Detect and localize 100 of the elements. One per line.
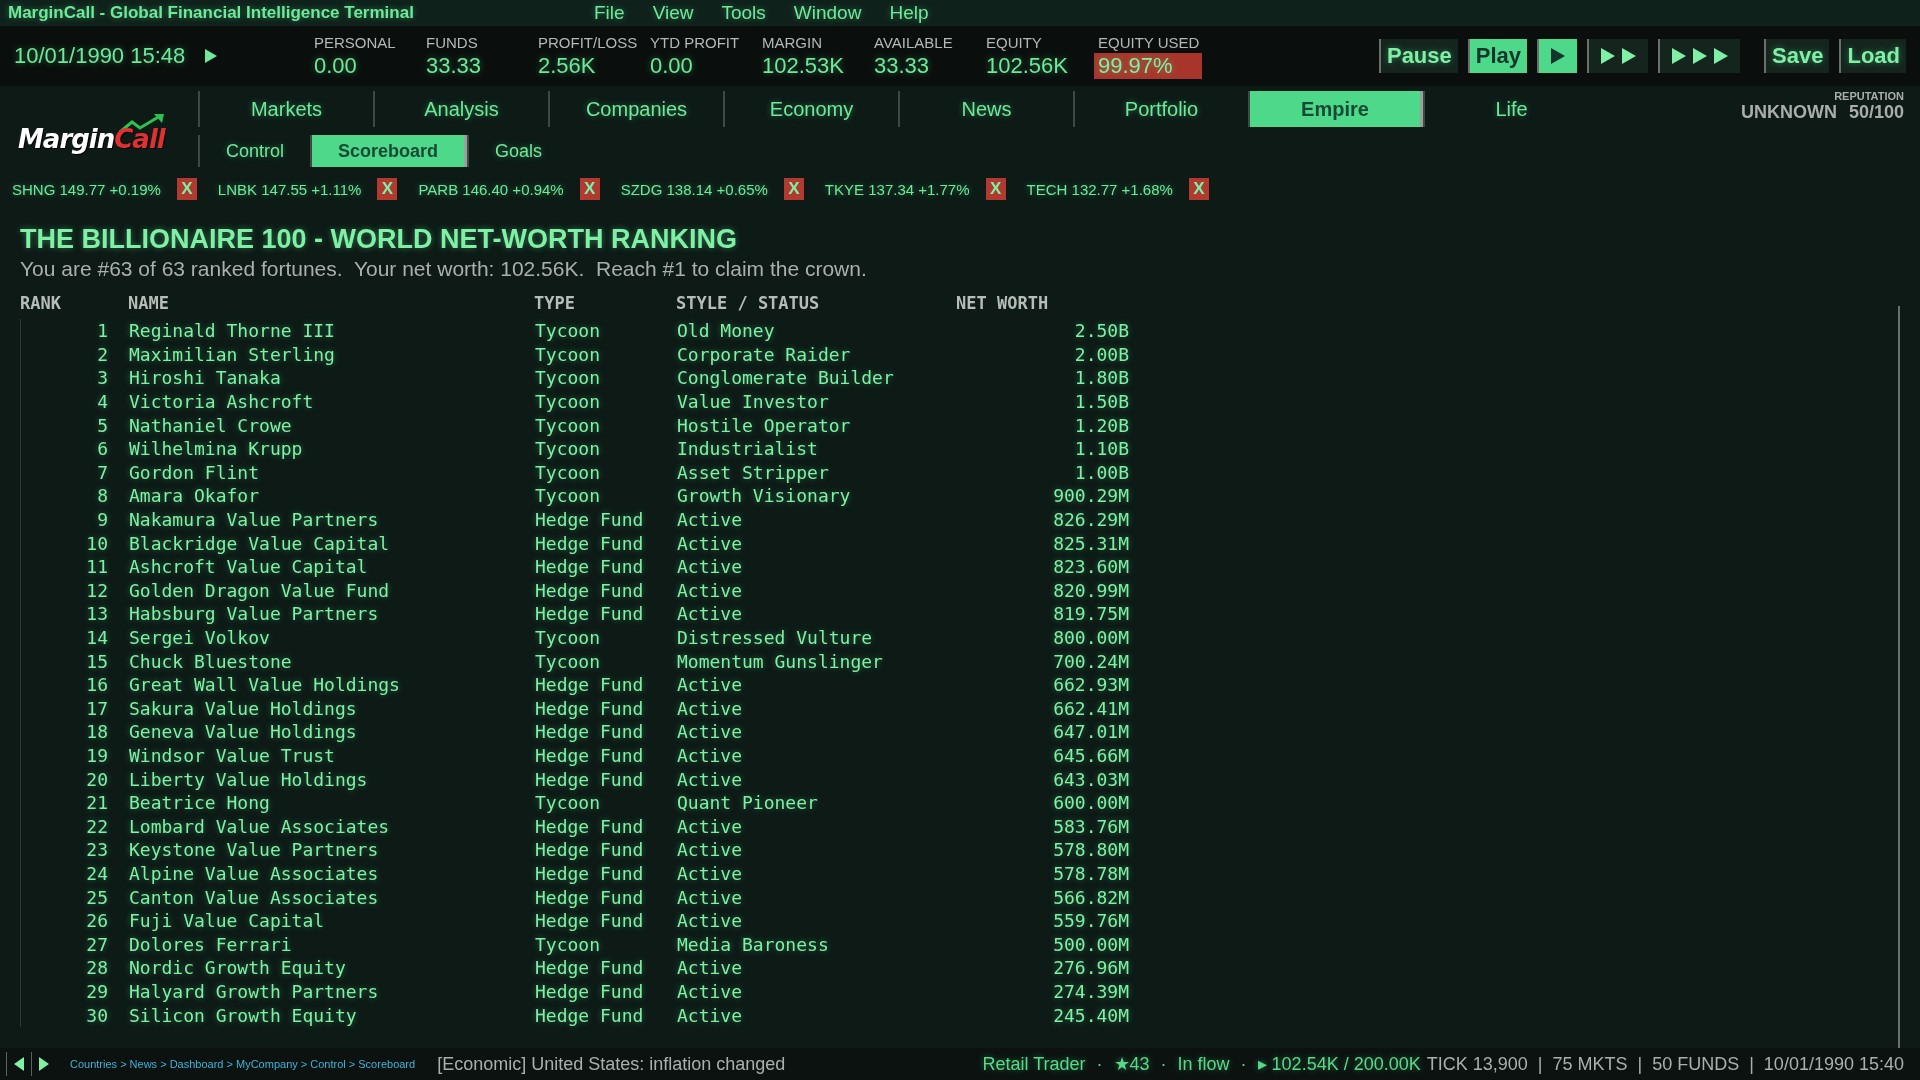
remove-button[interactable]: X xyxy=(985,178,1006,200)
column-header[interactable]: RANK xyxy=(20,293,107,313)
table-cell-text: Hostile Operator xyxy=(677,414,852,436)
stat-value: 33.33 xyxy=(873,52,931,79)
ticker-quote[interactable]: LNBK 147.55 +1.11% xyxy=(217,180,362,198)
menu-item[interactable]: File xyxy=(594,2,625,24)
control-button[interactable]: Save xyxy=(1764,39,1830,73)
ticker-quote[interactable]: SZDG 138.14 +0.65% xyxy=(620,180,768,198)
table-cell-text: Habsburg Value Partners xyxy=(128,603,380,625)
table-cell-text: Gordon Flint xyxy=(128,461,261,483)
menu-item[interactable]: Window xyxy=(793,2,862,24)
table-cell-text: Active xyxy=(677,674,744,696)
table-cell-text: Golden Dragon Value Fund xyxy=(128,579,391,601)
table-cell-text: Silicon Growth Equity xyxy=(128,1004,358,1026)
nav-tab[interactable]: Markets xyxy=(198,91,373,127)
table-cell-text: 6 xyxy=(96,438,108,460)
speed-button[interactable] xyxy=(1587,39,1649,73)
menu-item[interactable]: View xyxy=(652,2,694,24)
table-cell-text: 500.00M xyxy=(1052,933,1129,955)
table-cell-text: Active xyxy=(677,862,744,884)
table-cell-text: 1.10B xyxy=(1073,438,1129,460)
table-cell-text: Windsor Value Trust xyxy=(128,745,336,766)
table-cell-text: Halyard Growth Partners xyxy=(128,980,380,1002)
table-cell-text: 5 xyxy=(96,414,108,436)
nav-tab[interactable]: News xyxy=(898,91,1073,127)
remove-button[interactable]: X xyxy=(1188,178,1209,200)
table-cell-text: 23 xyxy=(85,839,108,861)
table-cell-text: 28 xyxy=(85,957,108,979)
table-cell-text: 11 xyxy=(85,556,108,578)
nav-tab[interactable]: Empire xyxy=(1248,91,1423,127)
nav-tab[interactable]: Economy xyxy=(723,91,898,127)
remove-button[interactable]: X xyxy=(579,178,600,200)
table-cell-text: 19 xyxy=(85,745,108,766)
table-cell-text: Hedge Fund xyxy=(535,862,645,884)
table-cell-text: Tycoon xyxy=(535,461,602,483)
logo-text: Call xyxy=(114,124,165,154)
profile-info: ★43 xyxy=(1113,1053,1150,1075)
table-cell-text: Active xyxy=(677,1004,744,1026)
control-button[interactable]: Pause xyxy=(1378,39,1458,73)
table-cell-text: Hedge Fund xyxy=(535,697,645,719)
table-cell-text: 22 xyxy=(85,815,108,837)
table-cell-text: Momentum Gunslinger xyxy=(677,650,884,672)
profile-info: Retail Trader xyxy=(982,1053,1086,1075)
table-cell-text: 1.80B xyxy=(1073,367,1129,389)
speed-button[interactable] xyxy=(1658,39,1741,73)
stat-label: EQUITY xyxy=(986,33,1043,51)
table-cell-text: Active xyxy=(677,509,744,531)
table-cell-text: 24 xyxy=(85,862,108,884)
stat-label: PERSONAL xyxy=(314,33,397,51)
table-cell-text: 245.40M xyxy=(1052,1004,1129,1026)
sub-tab[interactable]: Goals xyxy=(467,135,569,167)
remove-button[interactable]: X xyxy=(377,178,398,200)
table-cell-text: Hedge Fund xyxy=(535,980,645,1002)
stat-value: 0.00 xyxy=(649,52,694,79)
nav-tab[interactable]: Companies xyxy=(548,91,723,127)
remove-button[interactable]: X xyxy=(783,178,804,200)
control-button[interactable]: Load xyxy=(1839,39,1906,73)
remove-button[interactable]: X xyxy=(176,178,197,200)
column-header[interactable]: NAME xyxy=(107,293,534,313)
play-icon[interactable] xyxy=(204,48,218,64)
table-cell-text: 645.66M xyxy=(1052,745,1129,766)
table-cell-text: Corporate Raider xyxy=(677,343,852,365)
table-cell-text: Tycoon xyxy=(535,627,602,648)
nav-tab[interactable]: Life xyxy=(1423,91,1598,127)
table-cell-text: 30 xyxy=(85,1004,108,1026)
table-cell-text: Chuck Bluestone xyxy=(128,650,293,672)
table-cell-text: 1.20B xyxy=(1073,414,1129,436)
table-cell-text: 18 xyxy=(85,721,108,743)
table-cell-text: 600.00M xyxy=(1052,792,1129,814)
table-cell-text: 583.76M xyxy=(1052,815,1129,837)
control-button[interactable]: Play xyxy=(1467,39,1528,73)
breadcrumb[interactable]: Countries > News > Dashboard > MyCompany > Control > Scoreboard xyxy=(70,1058,416,1070)
ticker-quote[interactable]: SHNG 149.77 +0.19% xyxy=(12,180,161,198)
table-cell-text: Conglomerate Builder xyxy=(677,367,895,389)
ticker-quote[interactable]: TKYE 137.34 +1.77% xyxy=(824,180,970,198)
table-cell-text: Hedge Fund xyxy=(535,579,645,601)
table-cell-text: Hedge Fund xyxy=(535,886,645,908)
table-cell-text: Blackridge Value Capital xyxy=(128,532,391,554)
nav-tab[interactable]: Analysis xyxy=(373,91,548,127)
table-cell-text: 21 xyxy=(85,792,108,814)
table-cell-text: Nordic Growth Equity xyxy=(128,957,347,979)
table-cell-text: 25 xyxy=(85,886,108,908)
table-cell-text: Industrialist xyxy=(677,438,819,460)
table-cell-text: 13 xyxy=(85,603,108,625)
table-cell-text: Active xyxy=(677,980,744,1002)
column-header[interactable]: NET WORTH xyxy=(956,293,1128,313)
table-cell-text: 7 xyxy=(96,461,108,483)
ticker-quote[interactable]: PARB 146.40 +0.94% xyxy=(418,180,564,198)
column-header[interactable]: STYLE / STATUS xyxy=(676,293,956,313)
stat-label: MARGIN xyxy=(762,33,823,51)
sub-tab[interactable]: Scoreboard xyxy=(310,135,468,167)
menu-item[interactable]: Help xyxy=(889,2,929,24)
ticker-quote[interactable]: TECH 132.77 +1.68% xyxy=(1026,180,1173,198)
table-cell-text: 800.00M xyxy=(1052,627,1129,648)
column-header[interactable]: TYPE xyxy=(534,293,676,313)
table-cell-text: Dolores Ferrari xyxy=(128,933,293,955)
table-cell-text: Sakura Value Holdings xyxy=(128,697,358,719)
menu-item[interactable]: Tools xyxy=(721,2,766,24)
table-cell-text: Keystone Value Partners xyxy=(128,839,380,861)
speed-button[interactable] xyxy=(1537,39,1578,73)
